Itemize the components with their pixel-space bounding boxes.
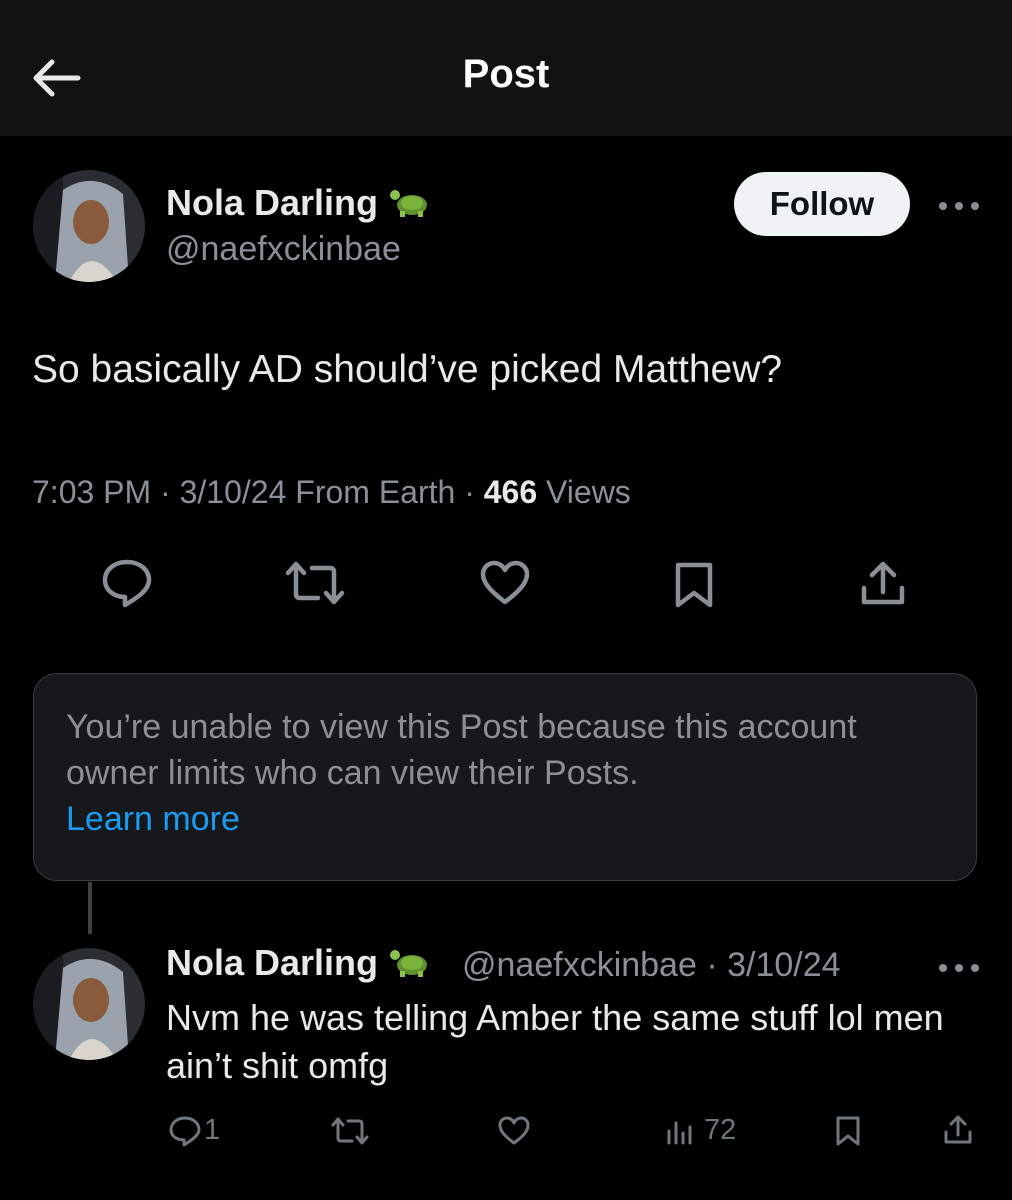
- post-time: 7:03 PM: [32, 474, 152, 510]
- author-handle[interactable]: @naefxckinbae: [166, 230, 401, 269]
- author-name[interactable]: Nola Darling: [166, 182, 436, 228]
- thread-line: [88, 882, 92, 934]
- views-icon[interactable]: [665, 1117, 695, 1150]
- follow-button[interactable]: Follow: [734, 172, 910, 236]
- post-metadata: 7:03 PM · 3/10/24 From Earth · 466 Views: [32, 474, 631, 510]
- reply-count: 1: [204, 1114, 221, 1146]
- turtle-icon: [388, 183, 436, 228]
- repost-icon[interactable]: [330, 1116, 370, 1151]
- reply-views-count: 72: [704, 1114, 737, 1146]
- reply-text: Nvm he was telling Amber the same stuff …: [166, 997, 944, 1086]
- learn-more-link[interactable]: Learn more: [66, 796, 240, 842]
- views-count: 466: [483, 474, 538, 510]
- reply-author-name-label: Nola Darling: [166, 942, 379, 983]
- bookmark-icon[interactable]: [834, 1115, 862, 1152]
- page-title: Post: [462, 52, 550, 96]
- restricted-post-notice: You’re unable to view this Post because …: [33, 673, 977, 881]
- bookmark-icon[interactable]: [673, 561, 715, 614]
- reply-icon[interactable]: [168, 1115, 202, 1152]
- top-bar: Post: [0, 0, 1012, 136]
- reply-icon[interactable]: [101, 558, 153, 613]
- restricted-notice-text: You’re unable to view this Post because …: [66, 708, 857, 792]
- turtle-icon: [388, 943, 436, 988]
- repost-icon[interactable]: [284, 560, 346, 611]
- more-options-icon[interactable]: [934, 196, 984, 216]
- share-icon[interactable]: [942, 1114, 974, 1151]
- reply-author-name[interactable]: Nola Darling: [166, 942, 436, 988]
- post-source: From Earth: [295, 474, 456, 510]
- like-icon[interactable]: [479, 560, 531, 611]
- avatar[interactable]: [33, 170, 145, 282]
- reply-handle-date[interactable]: @naefxckinbae · 3/10/24: [462, 946, 841, 985]
- views-label: Views: [546, 474, 631, 510]
- reply-more-options-icon[interactable]: [934, 958, 984, 978]
- author-name-label: Nola Darling: [166, 182, 379, 223]
- post-date: 3/10/24: [179, 474, 287, 510]
- post-text: So basically AD should’ve picked Matthew…: [32, 348, 783, 391]
- like-icon[interactable]: [497, 1116, 531, 1151]
- reply-avatar[interactable]: [33, 948, 145, 1060]
- share-icon[interactable]: [859, 560, 907, 613]
